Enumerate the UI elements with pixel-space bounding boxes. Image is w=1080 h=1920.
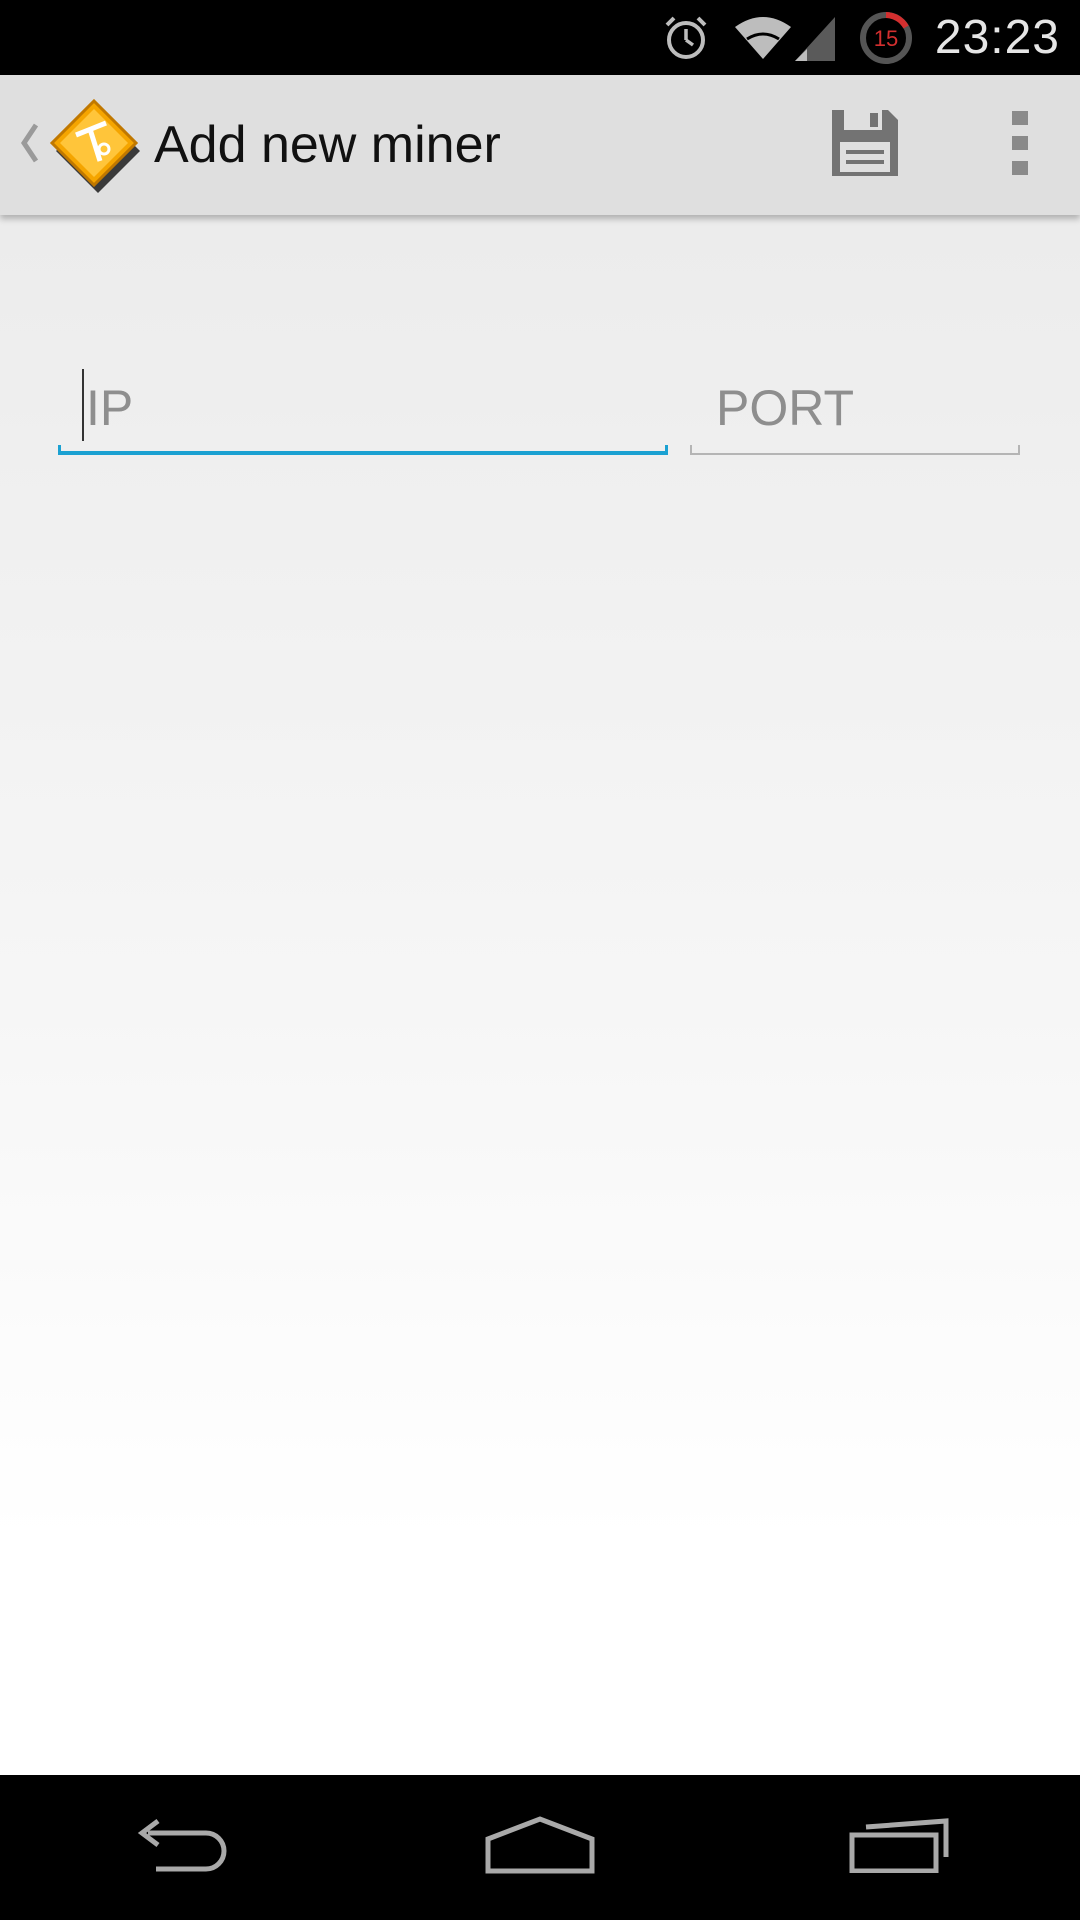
overflow-menu-button[interactable] [965, 75, 1075, 215]
home-icon [484, 1815, 596, 1880]
recents-button[interactable] [800, 1775, 1000, 1920]
timer-icon: 15 [859, 11, 913, 65]
ip-placeholder: IP [86, 380, 134, 436]
screen: 15 23:23 Add new miner IP PORT [0, 0, 1080, 1920]
ip-input[interactable]: IP [58, 369, 668, 455]
port-input-underline [690, 445, 1020, 455]
app-logo-icon [44, 95, 144, 195]
port-input[interactable]: PORT [690, 375, 1020, 455]
up-arrow-icon [18, 121, 40, 170]
action-bar: Add new miner [0, 75, 1080, 215]
status-bar: 15 23:23 [0, 0, 1080, 75]
home-button[interactable] [440, 1775, 640, 1920]
text-cursor [82, 369, 84, 441]
alarm-icon [661, 13, 711, 63]
back-icon [128, 1817, 232, 1878]
timer-badge-text: 15 [874, 26, 898, 51]
overflow-menu-icon [1010, 110, 1030, 180]
page-title: Add new miner [154, 116, 501, 174]
back-button[interactable] [80, 1775, 280, 1920]
navigation-bar [0, 1775, 1080, 1920]
recents-icon [848, 1817, 952, 1878]
save-button[interactable] [795, 75, 935, 215]
form-content: IP PORT [0, 215, 1080, 1775]
cell-signal-icon [793, 13, 837, 63]
status-clock: 23:23 [934, 11, 1060, 64]
port-placeholder: PORT [716, 380, 854, 436]
save-icon [830, 108, 900, 183]
wifi-icon [733, 13, 793, 63]
ip-input-underline [58, 445, 668, 455]
up-navigation-button[interactable] [0, 75, 40, 215]
